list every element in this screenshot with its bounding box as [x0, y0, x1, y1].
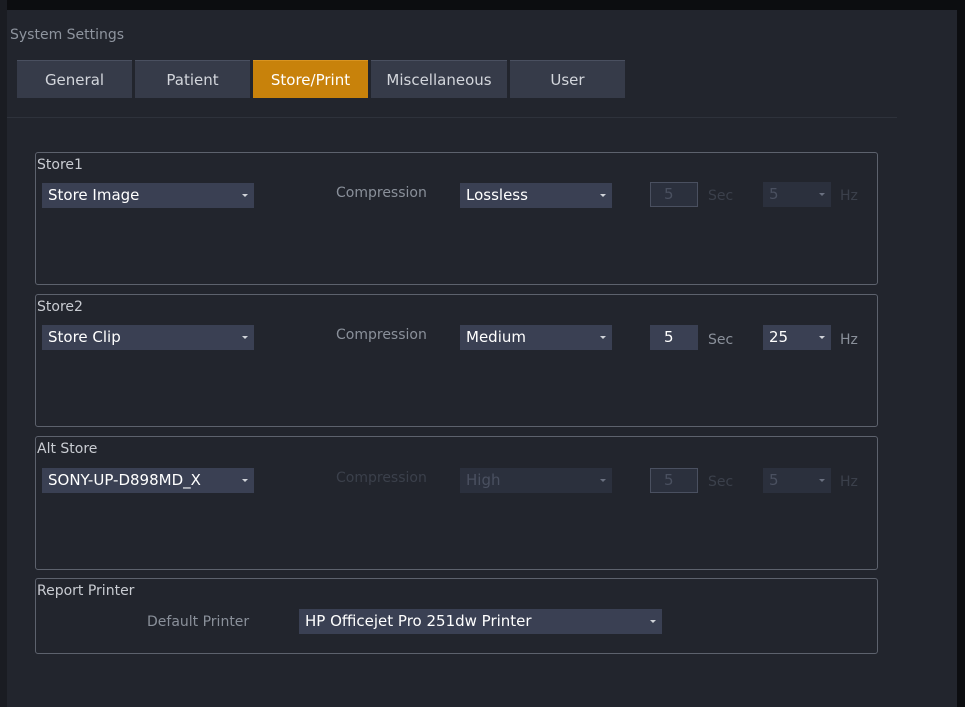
chevron-down-icon [600, 336, 606, 339]
store1-seconds-input[interactable]: 5 [650, 182, 698, 207]
store1-compression-label: Compression [336, 185, 427, 201]
store1-hz-unit: Hz [840, 188, 858, 204]
alt-store-action-dropdown[interactable]: SONY-UP-D898MD_X [42, 468, 254, 493]
store2-compression-value: Medium [466, 328, 526, 346]
store2-seconds-input[interactable]: 5 [650, 325, 698, 350]
alt-store-group [35, 436, 878, 570]
chevron-down-icon [600, 479, 606, 482]
store2-hz-unit: Hz [840, 332, 858, 348]
chevron-down-icon [242, 479, 248, 482]
alt-store-hz-unit: Hz [840, 474, 858, 490]
alt-store-seconds-input[interactable]: 5 [650, 468, 698, 493]
alt-store-action-value: SONY-UP-D898MD_X [48, 471, 201, 489]
chevron-down-icon [242, 336, 248, 339]
alt-store-sec-unit: Sec [708, 474, 734, 490]
alt-store-title: Alt Store [37, 440, 104, 458]
chevron-down-icon [242, 194, 248, 197]
report-printer-title: Report Printer [37, 582, 141, 600]
tab-miscellaneous[interactable]: Miscellaneous [371, 60, 507, 98]
store1-rate-value: 5 [769, 185, 779, 203]
store2-sec-unit: Sec [708, 332, 734, 348]
left-frame [0, 0, 7, 707]
default-printer-value: HP Officejet Pro 251dw Printer [305, 612, 532, 630]
store1-compression-value: Lossless [466, 186, 528, 204]
store1-action-value: Store Image [48, 186, 140, 204]
alt-store-compression-label: Compression [336, 470, 427, 486]
store1-title: Store1 [37, 156, 89, 174]
store1-group [35, 152, 878, 285]
alt-store-rate-value: 5 [769, 471, 779, 489]
store2-compression-dropdown[interactable]: Medium [460, 325, 612, 350]
chevron-down-icon [650, 620, 656, 623]
default-printer-label: Default Printer [147, 614, 250, 630]
alt-store-rate-dropdown[interactable]: 5 [763, 468, 831, 493]
store1-sec-unit: Sec [708, 188, 734, 204]
tab-general[interactable]: General [17, 60, 132, 98]
tab-user[interactable]: User [510, 60, 625, 98]
window-title: System Settings [10, 27, 125, 43]
tab-patient[interactable]: Patient [135, 60, 250, 98]
chevron-down-icon [600, 194, 606, 197]
right-frame [957, 0, 965, 707]
store1-compression-dropdown[interactable]: Lossless [460, 183, 612, 208]
store2-action-value: Store Clip [48, 328, 121, 346]
tab-store-print[interactable]: Store/Print [253, 60, 368, 98]
chevron-down-icon [819, 336, 825, 339]
store2-compression-label: Compression [336, 327, 427, 343]
tab-divider [7, 117, 897, 118]
store2-action-dropdown[interactable]: Store Clip [42, 325, 254, 350]
store2-rate-dropdown[interactable]: 25 [763, 325, 831, 350]
top-frame [0, 0, 965, 10]
alt-store-compression-value: High [466, 471, 501, 489]
alt-store-compression-dropdown[interactable]: High [460, 468, 612, 493]
chevron-down-icon [819, 479, 825, 482]
chevron-down-icon [819, 193, 825, 196]
store1-rate-dropdown[interactable]: 5 [763, 182, 831, 207]
store2-title: Store2 [37, 298, 89, 316]
store1-action-dropdown[interactable]: Store Image [42, 183, 254, 208]
store2-rate-value: 25 [769, 328, 789, 346]
default-printer-dropdown[interactable]: HP Officejet Pro 251dw Printer [299, 609, 662, 634]
store2-group [35, 294, 878, 427]
